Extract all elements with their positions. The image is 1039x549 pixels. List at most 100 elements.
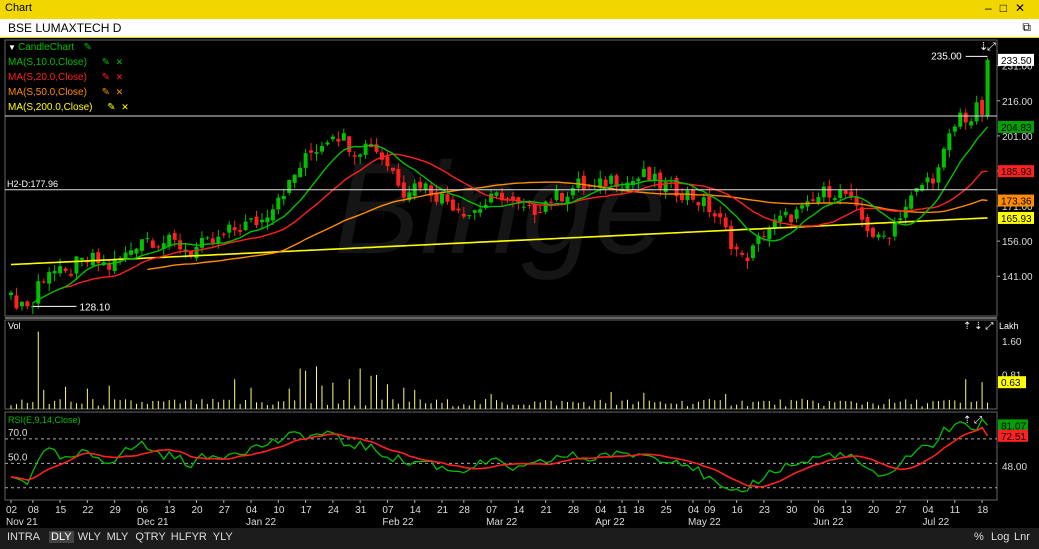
- date-tick-label: 04: [923, 505, 935, 516]
- timeframe-qtry[interactable]: QTRY: [135, 531, 165, 543]
- month-label: May 22: [688, 517, 721, 528]
- candle-body: [336, 138, 341, 142]
- legend-item-label: MA(S,200.0,Close): [8, 102, 92, 113]
- candle-body: [227, 224, 232, 233]
- candle-body: [570, 188, 575, 196]
- candle-body: [767, 228, 772, 240]
- scale-log-button[interactable]: Log: [991, 531, 1009, 543]
- candle-body: [450, 199, 455, 211]
- date-tick-label: 27: [219, 505, 231, 516]
- candle-body: [554, 189, 559, 201]
- last-value-label: 204.83: [1001, 123, 1032, 134]
- timeframe-hlfyr[interactable]: HLFYR: [171, 531, 207, 543]
- candle-body: [532, 203, 537, 215]
- candle-body: [832, 198, 837, 200]
- date-tick-label: 24: [328, 505, 340, 516]
- candle-body: [581, 175, 586, 190]
- candle-body: [423, 183, 428, 190]
- candle-body: [740, 252, 745, 255]
- volume-unit-label: Lakh: [999, 321, 1019, 331]
- candle-body: [489, 193, 494, 203]
- scale-percent-button[interactable]: %: [974, 531, 984, 543]
- date-tick-label: 13: [841, 505, 853, 516]
- maximize-icon[interactable]: □: [1000, 1, 1015, 15]
- legend-collapse-icon: ▼: [8, 43, 16, 52]
- low-label: 128.10: [79, 302, 110, 313]
- candle-body: [439, 193, 444, 204]
- timeframe-yly[interactable]: YLY: [213, 531, 233, 543]
- date-tick-label: 30: [786, 505, 798, 516]
- candle-body: [14, 295, 19, 309]
- h2-label: H2-D:177.96: [7, 179, 58, 189]
- candle-body: [816, 197, 821, 204]
- candle-body: [259, 219, 264, 223]
- candle-body: [461, 213, 466, 217]
- date-tick-label: 18: [633, 505, 645, 516]
- candle-body: [63, 268, 68, 271]
- candle-body: [9, 292, 13, 296]
- candle-body: [870, 227, 875, 237]
- chart-area[interactable]: BingeH2-D:177.96235.00128.10141.00156.00…: [0, 38, 1039, 528]
- timeframe-dly[interactable]: DLY: [49, 531, 74, 543]
- candle-body: [281, 195, 286, 200]
- candle-body: [319, 146, 324, 152]
- candle-body: [265, 217, 270, 223]
- candle-body: [838, 189, 843, 198]
- volume-panel-border: [4, 319, 998, 410]
- date-tick-label: 08: [28, 505, 40, 516]
- minimize-icon[interactable]: –: [985, 1, 1000, 15]
- price-tick-label: 156.00: [1002, 237, 1033, 248]
- close-icon[interactable]: ✕: [1015, 1, 1033, 15]
- candle-body: [325, 142, 330, 145]
- remove-indicator-icon: ✕: [116, 57, 124, 67]
- date-tick-label: 02: [6, 505, 18, 516]
- candle-body: [69, 273, 74, 276]
- volume-panel-controls: ⇡ ⇣ ⤢: [963, 321, 993, 332]
- month-label: Dec 21: [137, 517, 169, 528]
- candle-body: [647, 167, 652, 181]
- date-tick-label: 28: [568, 505, 580, 516]
- candle-body: [445, 194, 450, 202]
- candle-body: [930, 178, 935, 184]
- candle-body: [789, 214, 794, 223]
- maximize-panel-icon: ⤢: [987, 41, 996, 53]
- window-controls[interactable]: –□✕: [985, 1, 1033, 15]
- candle-body: [129, 250, 134, 255]
- candle-body: [609, 175, 614, 184]
- candle-body: [750, 245, 755, 259]
- candle-body: [718, 213, 723, 218]
- rsi-last-label: 72.51: [1001, 432, 1026, 443]
- timeframe-mly[interactable]: MLY: [107, 531, 129, 543]
- candle-body: [985, 59, 990, 116]
- last-value-label: 173.36: [1001, 197, 1032, 208]
- date-tick-label: 21: [437, 505, 449, 516]
- volume-panel-label: Vol: [8, 321, 21, 331]
- rsi-left-tick-label: 50.0: [8, 452, 28, 463]
- date-tick-label: 07: [486, 505, 498, 516]
- candle-body: [243, 221, 248, 231]
- scale-lnr-button[interactable]: Lnr: [1014, 531, 1030, 543]
- candle-body: [330, 136, 335, 140]
- candle-body: [456, 208, 461, 211]
- candle-body: [958, 112, 963, 127]
- month-label: Feb 22: [382, 517, 414, 528]
- candle-body: [210, 238, 215, 244]
- date-tick-label: 04: [688, 505, 700, 516]
- date-tick-label: 25: [661, 505, 673, 516]
- candle-body: [47, 272, 52, 284]
- candle-body: [194, 246, 199, 259]
- month-label: Jun 22: [813, 517, 843, 528]
- date-tick-label: 17: [301, 505, 313, 516]
- candle-body: [145, 238, 150, 240]
- rsi-panel-label: RSI(E,9,14,Close): [8, 415, 81, 425]
- timeframe-intra[interactable]: INTRA: [7, 531, 40, 543]
- candle-body: [298, 167, 303, 178]
- candle-body: [941, 148, 946, 168]
- price-tick-label: 141.00: [1002, 272, 1033, 283]
- restore-icon[interactable]: ⧉: [1022, 20, 1031, 35]
- timeframe-wly[interactable]: WLY: [78, 531, 101, 543]
- candle-body: [527, 205, 532, 207]
- last-value-label: 233.50: [1001, 56, 1032, 67]
- timeframe-bar: INTRA DLY WLY MLY QTRY HLFYR YLY% Log Lnr: [0, 528, 1039, 549]
- candle-body: [696, 202, 701, 206]
